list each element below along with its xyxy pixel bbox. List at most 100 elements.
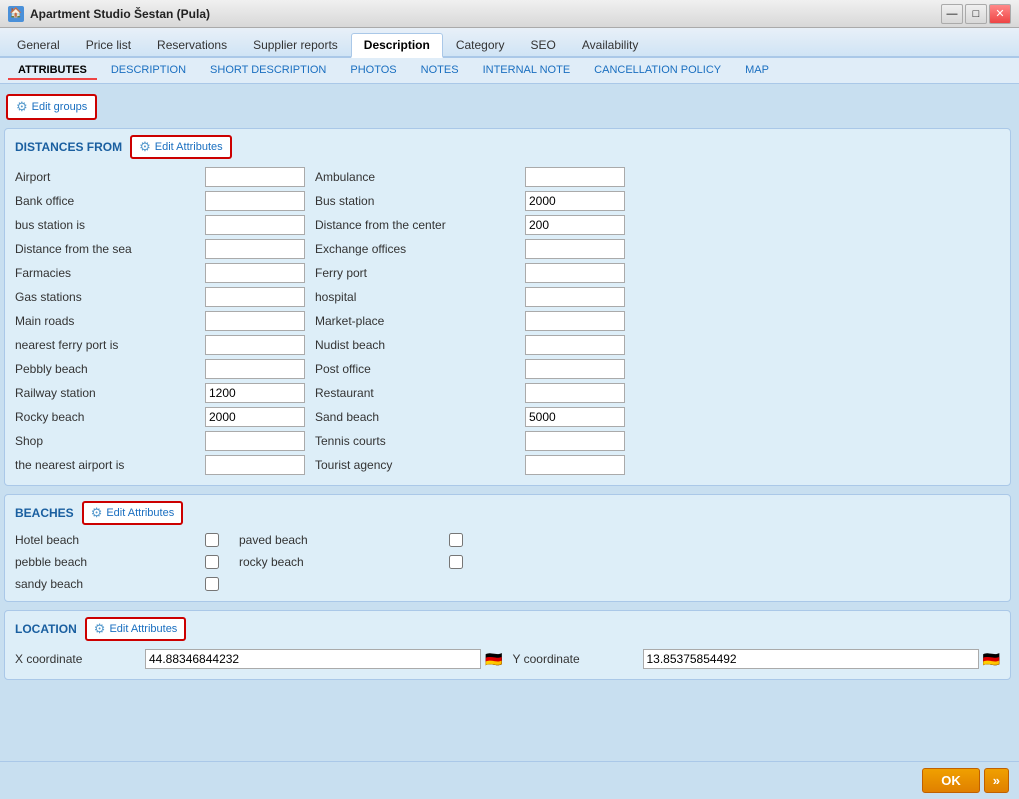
shop-input[interactable]: [205, 431, 305, 451]
hospital-input[interactable]: [525, 287, 625, 307]
airport-input[interactable]: [205, 167, 305, 187]
distance-fields-grid: Airport Ambulance Bank office Bus statio…: [15, 167, 1000, 475]
railway-station-input[interactable]: [205, 383, 305, 403]
ferry-port-input[interactable]: [525, 263, 625, 283]
main-roads-input[interactable]: [205, 311, 305, 331]
market-place-input[interactable]: [525, 311, 625, 331]
hotel-beach-checkbox[interactable]: [205, 533, 219, 547]
y-coordinate-wrapper: 🇩🇪: [643, 649, 1001, 669]
app-icon: 🏠: [8, 6, 24, 22]
distance-sea-label: Distance from the sea: [15, 242, 195, 256]
close-button[interactable]: ✕: [989, 4, 1011, 24]
nearest-airport-label: the nearest airport is: [15, 458, 195, 472]
sub-tab-attributes[interactable]: ATTRIBUTES: [8, 62, 97, 80]
top-tab-bar: GeneralPrice listReservationsSupplier re…: [0, 28, 1019, 58]
x-coordinate-label: X coordinate: [15, 652, 135, 666]
location-section: LOCATION ⚙ Edit Attributes X coordinate …: [4, 610, 1011, 680]
rocky-beach-type-label: rocky beach: [239, 555, 439, 569]
ok-button[interactable]: OK: [922, 768, 980, 793]
nearest-ferry-input[interactable]: [205, 335, 305, 355]
post-office-label: Post office: [315, 362, 515, 376]
top-tab-availability[interactable]: Availability: [569, 33, 651, 56]
sub-tab-map[interactable]: MAP: [735, 62, 779, 80]
sub-tab-photos[interactable]: PHOTOS: [340, 62, 406, 80]
x-coordinate-wrapper: 🇩🇪: [145, 649, 503, 669]
top-tab-description[interactable]: Description: [351, 33, 443, 58]
distances-edit-attributes-button[interactable]: ⚙ Edit Attributes: [130, 135, 232, 159]
top-tab-reservations[interactable]: Reservations: [144, 33, 240, 56]
distance-sea-input[interactable]: [205, 239, 305, 259]
distances-title: DISTANCES FROM: [15, 140, 122, 154]
nearest-ferry-label: nearest ferry port is: [15, 338, 195, 352]
hospital-label: hospital: [315, 290, 515, 304]
rocky-beach-type-checkbox[interactable]: [449, 555, 463, 569]
next-button[interactable]: »: [984, 768, 1009, 793]
bottom-bar: OK »: [0, 761, 1019, 799]
tourist-agency-label: Tourist agency: [315, 458, 515, 472]
gear-icon: ⚙: [16, 99, 28, 115]
gas-stations-input[interactable]: [205, 287, 305, 307]
y-coordinate-input[interactable]: [643, 649, 979, 669]
rocky-beach-input[interactable]: [205, 407, 305, 427]
top-tab-price-list[interactable]: Price list: [73, 33, 144, 56]
hotel-beach-label: Hotel beach: [15, 533, 195, 547]
distance-center-input[interactable]: [525, 215, 625, 235]
beaches-edit-attributes-button[interactable]: ⚙ Edit Attributes: [82, 501, 184, 525]
tennis-courts-label: Tennis courts: [315, 434, 515, 448]
tourist-agency-input[interactable]: [525, 455, 625, 475]
bus-station-label: Bus station: [315, 194, 515, 208]
beaches-header: BEACHES ⚙ Edit Attributes: [15, 501, 1000, 525]
sandy-beach-label: sandy beach: [15, 577, 195, 591]
farmacies-input[interactable]: [205, 263, 305, 283]
pebble-beach-label: pebble beach: [15, 555, 195, 569]
top-tab-seo[interactable]: SEO: [518, 33, 569, 56]
bus-station-is-input[interactable]: [205, 215, 305, 235]
sub-tab-internal-note[interactable]: INTERNAL NOTE: [473, 62, 581, 80]
edit-groups-button[interactable]: ⚙ Edit groups: [6, 94, 97, 120]
distances-header: DISTANCES FROM ⚙ Edit Attributes: [15, 135, 1000, 159]
sub-tab-notes[interactable]: NOTES: [411, 62, 469, 80]
sandy-beach-checkbox[interactable]: [205, 577, 219, 591]
top-tab-supplier-reports[interactable]: Supplier reports: [240, 33, 351, 56]
sub-tab-cancellation-policy[interactable]: CANCELLATION POLICY: [584, 62, 731, 80]
sub-tab-bar: ATTRIBUTESDESCRIPTIONSHORT DESCRIPTIONPH…: [0, 58, 1019, 84]
x-coordinate-input[interactable]: [145, 649, 481, 669]
nudist-beach-input[interactable]: [525, 335, 625, 355]
pebble-beach-checkbox[interactable]: [205, 555, 219, 569]
shop-label: Shop: [15, 434, 195, 448]
paved-beach-checkbox[interactable]: [449, 533, 463, 547]
post-office-input[interactable]: [525, 359, 625, 379]
exchange-offices-label: Exchange offices: [315, 242, 515, 256]
sub-tab-description[interactable]: DESCRIPTION: [101, 62, 196, 80]
sand-beach-input[interactable]: [525, 407, 625, 427]
main-roads-label: Main roads: [15, 314, 195, 328]
title-bar: 🏠 Apartment Studio Šestan (Pula) — □ ✕: [0, 0, 1019, 28]
location-header: LOCATION ⚙ Edit Attributes: [15, 617, 1000, 641]
location-title: LOCATION: [15, 622, 77, 636]
bank-office-label: Bank office: [15, 194, 195, 208]
location-edit-attributes-button[interactable]: ⚙ Edit Attributes: [85, 617, 187, 641]
restaurant-input[interactable]: [525, 383, 625, 403]
ambulance-label: Ambulance: [315, 170, 515, 184]
ambulance-input[interactable]: [525, 167, 625, 187]
sub-tab-short-description[interactable]: SHORT DESCRIPTION: [200, 62, 336, 80]
sand-beach-label: Sand beach: [315, 410, 515, 424]
bus-station-is-label: bus station is: [15, 218, 195, 232]
distances-gear-icon: ⚙: [139, 139, 151, 155]
tennis-courts-input[interactable]: [525, 431, 625, 451]
ferry-port-label: Ferry port: [315, 266, 515, 280]
pebbly-beach-input[interactable]: [205, 359, 305, 379]
bank-office-input[interactable]: [205, 191, 305, 211]
minimize-button[interactable]: —: [941, 4, 963, 24]
top-tab-general[interactable]: General: [4, 33, 73, 56]
bus-station-input[interactable]: [525, 191, 625, 211]
location-fields-grid: X coordinate 🇩🇪 Y coordinate 🇩🇪: [15, 649, 1000, 669]
beaches-title: BEACHES: [15, 506, 74, 520]
distance-center-label: Distance from the center: [315, 218, 515, 232]
maximize-button[interactable]: □: [965, 4, 987, 24]
exchange-offices-input[interactable]: [525, 239, 625, 259]
nearest-airport-input[interactable]: [205, 455, 305, 475]
restaurant-label: Restaurant: [315, 386, 515, 400]
farmacies-label: Farmacies: [15, 266, 195, 280]
top-tab-category[interactable]: Category: [443, 33, 518, 56]
